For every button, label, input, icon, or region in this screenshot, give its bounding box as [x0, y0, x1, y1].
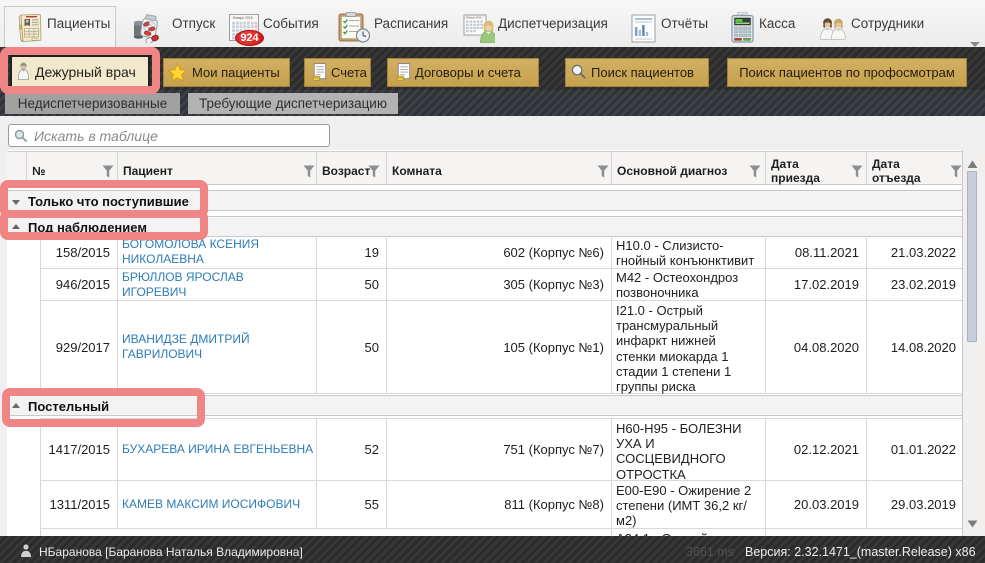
svg-text:Январь 2016: Январь 2016 [466, 15, 482, 19]
svg-text:Январь 2016: Январь 2016 [233, 16, 253, 20]
